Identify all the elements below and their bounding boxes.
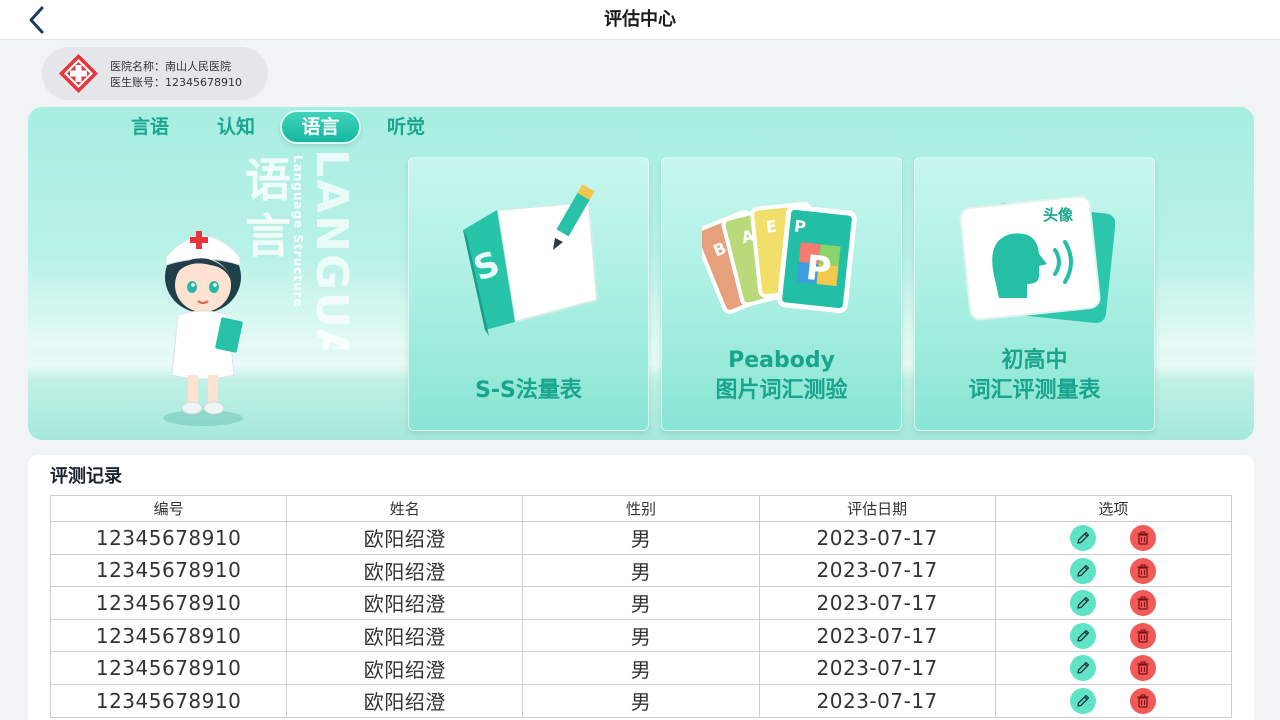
trash-icon (1137, 629, 1149, 643)
pencil-icon (1077, 597, 1090, 609)
cell-date: 2023-07-17 (758, 521, 996, 555)
card-vocab-label-2: 词汇评测量表 (968, 378, 1101, 403)
svg-text:P: P (793, 216, 807, 236)
table-row: 12345678910 欧阳绍澄男 2023-07-17 (49, 683, 1233, 718)
table-row: 12345678910 欧阳绍澄男 2023-07-17 (49, 651, 1233, 685)
delete-button[interactable] (1130, 688, 1157, 715)
cell-actions (994, 683, 1233, 718)
delete-button[interactable] (1130, 525, 1157, 552)
cell-gender: 男 (522, 683, 760, 718)
card-vocab-scale[interactable]: 头像 初高中 词汇评测量表 (914, 157, 1155, 431)
delete-button[interactable] (1130, 590, 1157, 617)
records-title: 评测记录 (50, 466, 122, 487)
delete-button[interactable] (1130, 557, 1157, 584)
cell-date: 2023-07-17 (758, 586, 996, 620)
table-header: 编号 姓名 性别 评估日期 选项 (49, 495, 1233, 522)
records-panel: 评测记录 编号 姓名 性别 评估日期 选项 12345678910 欧阳绍澄男 20… (28, 455, 1254, 720)
cell-id: 12345678910 (49, 618, 288, 653)
hospital-info: 医院名称：南山人民医院 医生账号：12345678910 (42, 47, 268, 100)
trash-icon (1137, 661, 1149, 676)
card-vocab-label-1: 初高中 (1001, 348, 1068, 373)
hospital-name: 医院名称：南山人民医院 (110, 60, 231, 73)
table-row: 12345678910 欧阳绍澄男 2023-07-17 (49, 618, 1233, 653)
pencil-icon (1077, 694, 1090, 707)
card-ss-scale[interactable]: S S-S法量表 (408, 157, 649, 431)
col-actions: 选项 (994, 495, 1233, 522)
cell-id: 12345678910 (49, 651, 288, 685)
pencil-icon (1077, 629, 1090, 642)
cell-name: 欧阳绍澄 (286, 553, 524, 588)
s-s-book-icon: S (463, 184, 599, 336)
cell-date: 2023-07-17 (758, 618, 996, 653)
edit-button[interactable] (1070, 525, 1097, 552)
cell-gender: 男 (522, 586, 760, 620)
pencil-icon (1077, 662, 1090, 675)
cell-id: 12345678910 (49, 683, 288, 718)
cell-id: 12345678910 (49, 586, 288, 620)
col-id: 编号 (49, 495, 288, 522)
cell-name: 欧阳绍澄 (286, 586, 524, 620)
cell-actions (994, 586, 1233, 620)
peabody-cards-icon: B A E P P (702, 201, 857, 314)
records-body: 12345678910 欧阳绍澄男 2023-07-17 12345678910 欧阳绍… (49, 521, 1233, 718)
col-gender: 性别 (522, 495, 760, 522)
card-peabody-label-2: 图片词汇测验 (715, 378, 848, 403)
cell-date: 2023-07-17 (758, 553, 996, 588)
tab-speech[interactable]: 言语 (120, 110, 180, 144)
records-table: 编号 姓名 性别 评估日期 选项 12345678910 欧阳绍澄男 2023-07… (49, 495, 1233, 718)
cell-date: 2023-07-17 (758, 683, 996, 718)
table-row: 12345678910 欧阳绍澄男 2023-07-17 (49, 553, 1233, 588)
head-audio-card-icon: 头像 (959, 195, 1115, 324)
tab-language[interactable]: 语言 (280, 110, 361, 144)
banner-subtitle-en: Language Structure (291, 155, 305, 308)
trash-icon (1137, 564, 1149, 578)
cell-name: 欧阳绍澄 (286, 618, 524, 653)
cell-id: 12345678910 (49, 553, 288, 588)
assessment-banner: 言语 认知 语言 听觉 语言 Language Structure LANGUA (28, 107, 1254, 440)
cell-actions (994, 521, 1233, 555)
cell-gender: 男 (522, 553, 760, 588)
col-name: 姓名 (286, 495, 524, 522)
doctor-account: 医生账号：12345678910 (110, 76, 242, 89)
table-row: 12345678910 欧阳绍澄男 2023-07-17 (49, 521, 1233, 555)
edit-button[interactable] (1070, 557, 1097, 584)
card-peabody-label-1: Peabody (728, 348, 835, 373)
trash-icon (1137, 694, 1149, 708)
cell-name: 欧阳绍澄 (286, 651, 524, 685)
trash-icon (1137, 596, 1149, 610)
cell-gender: 男 (522, 521, 760, 555)
tab-hearing[interactable]: 听觉 (376, 110, 436, 144)
table-row: 12345678910 欧阳绍澄男 2023-07-17 (49, 586, 1233, 620)
cell-gender: 男 (522, 651, 760, 685)
card-ss-label: S-S法量表 (475, 378, 582, 403)
cell-name: 欧阳绍澄 (286, 521, 524, 555)
page-title: 评估中心 (604, 9, 676, 30)
svg-text:P: P (804, 248, 833, 290)
edit-button[interactable] (1070, 622, 1097, 649)
pencil-icon (1077, 564, 1090, 577)
tab-cognition[interactable]: 认知 (206, 110, 266, 144)
banner-title-en: LANGUA (306, 149, 357, 349)
cell-date: 2023-07-17 (758, 651, 996, 685)
top-bar: 评估中心 (0, 0, 1280, 40)
trash-icon (1137, 531, 1149, 545)
delete-button[interactable] (1130, 622, 1157, 649)
delete-button[interactable] (1130, 655, 1157, 682)
cell-name: 欧阳绍澄 (286, 683, 524, 718)
nurse-illustration (163, 231, 243, 426)
svg-text:头像: 头像 (1043, 206, 1074, 224)
edit-button[interactable] (1070, 655, 1097, 682)
svg-text:E: E (765, 217, 778, 237)
card-peabody[interactable]: B A E P P Peabody 图片词汇测验 (661, 157, 902, 431)
cell-id: 12345678910 (49, 521, 288, 555)
cell-actions (994, 553, 1233, 588)
pencil-icon (1077, 531, 1090, 544)
col-date: 评估日期 (758, 495, 996, 522)
cell-actions (994, 618, 1233, 653)
edit-button[interactable] (1070, 688, 1097, 715)
cell-actions (994, 651, 1233, 685)
hospital-logo-icon (59, 54, 98, 93)
cell-gender: 男 (522, 618, 760, 653)
edit-button[interactable] (1070, 590, 1097, 617)
